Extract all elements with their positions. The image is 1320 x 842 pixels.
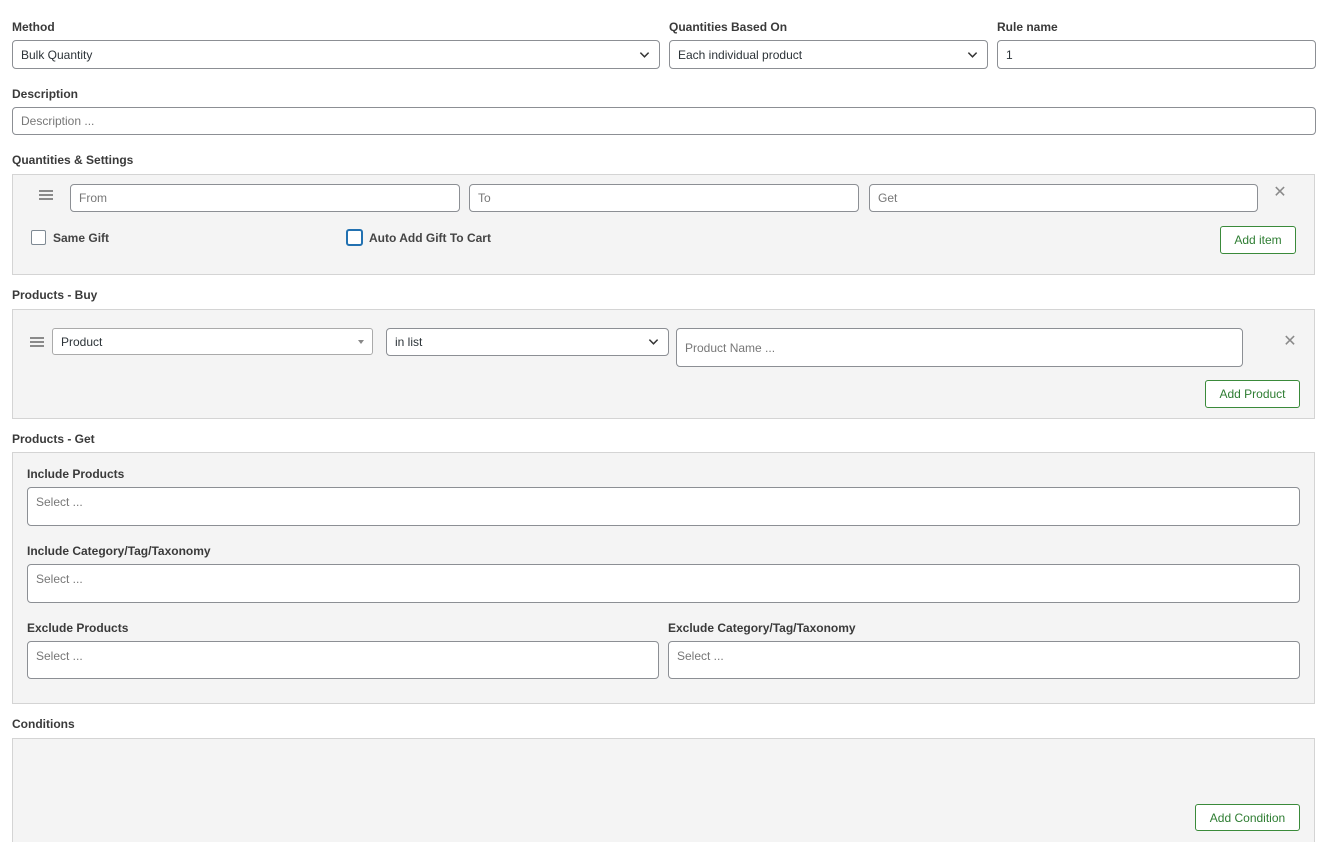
add-condition-button[interactable]: Add Condition bbox=[1195, 804, 1300, 831]
rule-name-input[interactable]: 1 bbox=[997, 40, 1316, 69]
chevron-down-icon bbox=[648, 339, 659, 345]
exclude-category-label: Exclude Category/Tag/Taxonomy bbox=[668, 621, 856, 635]
description-input[interactable]: Description ... bbox=[12, 107, 1316, 135]
method-value: Bulk Quantity bbox=[21, 47, 93, 62]
exclude-products-placeholder: Select ... bbox=[36, 649, 83, 663]
auto-add-gift-checkbox[interactable] bbox=[346, 229, 363, 246]
operator-select[interactable]: in list bbox=[386, 328, 669, 356]
exclude-category-select[interactable]: Select ... bbox=[668, 641, 1300, 679]
conditions-panel bbox=[12, 738, 1315, 842]
products-buy-label: Products - Buy bbox=[12, 288, 98, 302]
rule-name-value: 1 bbox=[1006, 47, 1013, 62]
add-item-button[interactable]: Add item bbox=[1220, 226, 1296, 254]
add-product-button[interactable]: Add Product bbox=[1205, 380, 1300, 408]
from-input[interactable]: From bbox=[70, 184, 460, 212]
include-category-placeholder: Select ... bbox=[36, 572, 83, 586]
close-icon[interactable]: ✕ bbox=[1282, 334, 1298, 350]
drag-handle-icon[interactable] bbox=[30, 337, 44, 347]
quantities-based-on-value: Each individual product bbox=[678, 47, 803, 62]
quantities-based-on-select[interactable]: Each individual product bbox=[669, 40, 988, 69]
exclude-products-select[interactable]: Select ... bbox=[27, 641, 659, 679]
method-select[interactable]: Bulk Quantity bbox=[12, 40, 660, 69]
chevron-down-icon bbox=[639, 51, 650, 58]
include-products-select[interactable]: Select ... bbox=[27, 487, 1300, 526]
caret-down-icon bbox=[358, 340, 364, 344]
to-placeholder: To bbox=[478, 191, 491, 205]
to-input[interactable]: To bbox=[469, 184, 859, 212]
same-gift-checkbox[interactable] bbox=[31, 230, 46, 245]
exclude-products-label: Exclude Products bbox=[27, 621, 129, 635]
description-label: Description bbox=[12, 87, 79, 101]
include-category-select[interactable]: Select ... bbox=[27, 564, 1300, 603]
from-placeholder: From bbox=[79, 191, 107, 205]
conditions-label: Conditions bbox=[12, 717, 75, 731]
operator-value: in list bbox=[395, 335, 423, 349]
chevron-down-icon bbox=[967, 51, 978, 58]
include-products-label: Include Products bbox=[27, 467, 125, 481]
exclude-category-placeholder: Select ... bbox=[677, 649, 724, 663]
include-products-placeholder: Select ... bbox=[36, 495, 83, 509]
same-gift-label: Same Gift bbox=[53, 231, 110, 245]
get-placeholder: Get bbox=[878, 191, 898, 205]
drag-handle-icon[interactable] bbox=[39, 190, 53, 200]
quantities-based-on-label: Quantities Based On bbox=[669, 20, 788, 34]
product-name-input[interactable]: Product Name ... bbox=[676, 328, 1243, 367]
product-type-value: Product bbox=[61, 334, 103, 349]
include-category-label: Include Category/Tag/Taxonomy bbox=[27, 544, 211, 558]
get-input[interactable]: Get bbox=[869, 184, 1258, 212]
description-placeholder: Description ... bbox=[21, 114, 95, 128]
quantities-settings-label: Quantities & Settings bbox=[12, 153, 134, 167]
rule-name-label: Rule name bbox=[997, 20, 1058, 34]
method-label: Method bbox=[12, 20, 55, 34]
products-get-label: Products - Get bbox=[12, 432, 95, 446]
auto-add-gift-label: Auto Add Gift To Cart bbox=[369, 231, 491, 245]
close-icon[interactable]: ✕ bbox=[1272, 185, 1288, 201]
product-name-placeholder: Product Name ... bbox=[685, 340, 776, 355]
product-type-select[interactable]: Product bbox=[52, 328, 373, 355]
